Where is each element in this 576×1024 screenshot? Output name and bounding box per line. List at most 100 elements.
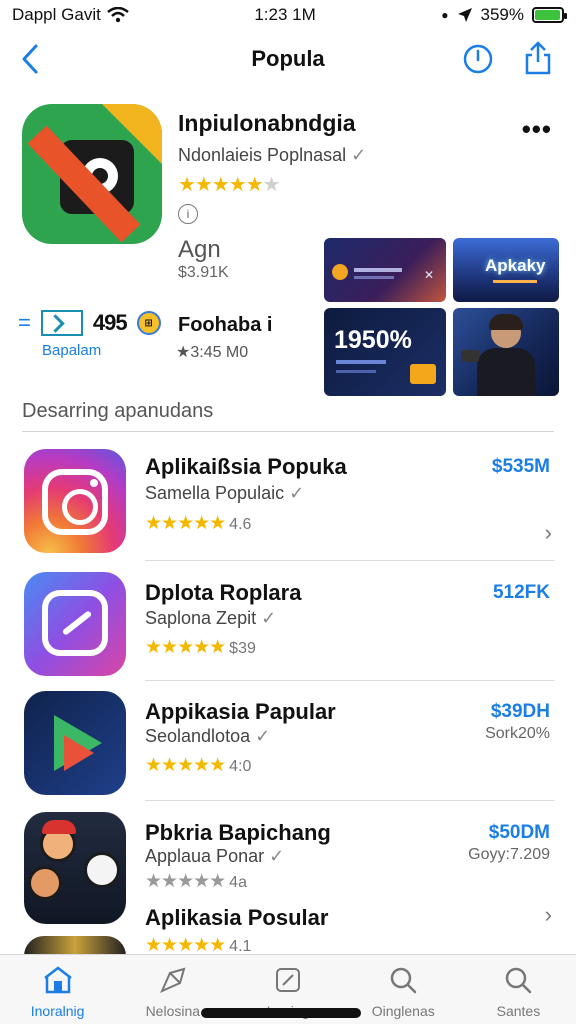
- app-subtitle: Samella Populaic ✓: [145, 483, 304, 504]
- tab-today[interactable]: Inoralnig: [0, 955, 115, 1024]
- back-chevron-icon[interactable]: [16, 42, 46, 76]
- page-title: Popula: [251, 46, 325, 71]
- badge-ring-icon: ⊞: [136, 311, 161, 335]
- stars: ★★★★★: [145, 755, 226, 776]
- app-icon-partial[interactable]: [24, 936, 126, 956]
- row-divider: [145, 800, 555, 801]
- chevron-right-icon[interactable]: ›: [545, 902, 552, 928]
- battery-level: [535, 10, 560, 20]
- app-icon-cartoon[interactable]: [24, 812, 126, 924]
- search-icon: [390, 967, 417, 994]
- featured-app-icon[interactable]: [22, 104, 162, 244]
- app-title[interactable]: Dplota Roplara: [145, 580, 301, 606]
- app-title[interactable]: Aplikasia Posular: [145, 905, 328, 931]
- badge-caption[interactable]: Bapalam: [42, 342, 101, 359]
- check-icon: ✓: [269, 846, 285, 866]
- rating-value: 4:0: [229, 758, 252, 775]
- app-icon-camera[interactable]: [24, 449, 126, 553]
- app-title[interactable]: Appikasia Papular: [145, 699, 336, 725]
- featured-price: $3.91K: [178, 264, 229, 281]
- rating-value: 4.6: [229, 516, 252, 533]
- tab-updates[interactable]: Santes: [461, 955, 576, 1024]
- app-subtitle: Saplona Zepit ✓: [145, 608, 276, 629]
- home-indicator[interactable]: [201, 1008, 361, 1018]
- filled-stars: ★★★★★: [178, 174, 264, 196]
- badge-number: 495: [92, 310, 128, 335]
- battery-percent: 359%: [480, 5, 524, 24]
- battery-icon: [532, 7, 567, 23]
- second-app-title[interactable]: Foohaba i: [178, 314, 272, 337]
- screenshot-line: [493, 280, 537, 283]
- stars: ★★★★★: [145, 871, 226, 892]
- info-icon[interactable]: i: [178, 204, 198, 224]
- screenshot-line: [336, 370, 376, 373]
- cartoon-hat: [42, 820, 76, 834]
- app-subtitle: Applaua Ponar ✓: [145, 846, 284, 867]
- check-icon: ✓: [255, 726, 271, 746]
- tab-search[interactable]: Oinglenas: [346, 955, 461, 1024]
- stars: ★★★★★: [145, 935, 226, 956]
- dot-icon: ●: [441, 8, 449, 22]
- app-subtitle-text: Saplona Zepit: [145, 608, 257, 628]
- row-divider: [145, 560, 555, 561]
- person-hair: [489, 314, 523, 330]
- app-subtitle-text: Samella Populaic: [145, 483, 285, 503]
- stars: ★★★★★: [145, 637, 226, 658]
- check-icon: ✓: [261, 608, 277, 628]
- featured-app-logo: [22, 104, 162, 244]
- app-subtitle-text: Applaua Ponar: [145, 846, 265, 866]
- clock: 1:23 1M: [254, 5, 316, 24]
- app-meta: Sork20%: [485, 725, 550, 742]
- app-icon-arrow[interactable]: [24, 572, 126, 676]
- cartoon-face: [28, 866, 62, 900]
- rating-value: $39: [229, 640, 256, 657]
- row-divider: [145, 680, 555, 681]
- rocket-icon: [159, 967, 186, 993]
- cartoon-face: [84, 852, 120, 888]
- share-icon[interactable]: [524, 40, 552, 76]
- app-price[interactable]: $39DH: [491, 701, 550, 723]
- stars: ★★★★★: [145, 513, 226, 534]
- app-price[interactable]: 512FK: [493, 582, 550, 604]
- tab-label: Oinglenas: [371, 1003, 435, 1019]
- play-triangle-accent: [64, 735, 94, 771]
- screenshot-1[interactable]: ✕: [324, 238, 446, 302]
- get-button[interactable]: Agn: [178, 236, 221, 264]
- app-price[interactable]: $535M: [492, 456, 550, 478]
- wifi-icon: [107, 7, 129, 23]
- clock-info-icon[interactable]: [462, 43, 494, 75]
- app-rating: ★★★★★ 4.6: [145, 512, 251, 535]
- check-icon: ✓: [289, 483, 305, 503]
- featured-app-title[interactable]: Inpiulonabndgia: [178, 110, 356, 137]
- app-subtitle-text: Seolandlotoa: [145, 726, 251, 746]
- screenshot-coin-icon: [332, 264, 348, 280]
- status-bar: Dappl Gavit 1:23 1M ● 359%: [0, 0, 576, 30]
- camera-dot: [90, 479, 98, 487]
- featured-app-subtitle: Ndonlaieis Poplnasal ✓: [178, 145, 366, 166]
- app-rating: ★★★★★ $39: [145, 636, 256, 659]
- check-icon: ✓: [351, 145, 367, 165]
- info-symbol: i: [186, 207, 190, 221]
- empty-star: ★: [262, 174, 281, 196]
- screenshot-3[interactable]: 1950%: [324, 308, 446, 396]
- status-right: ● 359%: [441, 5, 567, 25]
- featured-rating-stars: ★★★★★★: [178, 172, 281, 197]
- screenshot-2-text: Apkaky: [485, 256, 546, 275]
- badge-row: = 495 ⊞: [18, 310, 161, 336]
- app-rating: ★★★★★ 4a: [145, 870, 247, 893]
- home-icon: [43, 966, 72, 994]
- tab-label: Santes: [496, 1003, 541, 1019]
- dash-icon: =: [18, 310, 31, 335]
- screenshot-2[interactable]: Apkaky: [453, 238, 559, 302]
- app-subtitle: Seolandlotoa ✓: [145, 726, 270, 747]
- close-icon: ✕: [423, 268, 434, 282]
- screenshot-button: [410, 364, 436, 384]
- search-icon: [506, 967, 532, 994]
- app-price[interactable]: $50DM: [489, 822, 550, 844]
- app-icon-play[interactable]: [24, 691, 126, 795]
- app-title[interactable]: Aplikaißsia Popuka: [145, 454, 347, 480]
- screenshot-4[interactable]: [453, 308, 559, 396]
- chevron-right-icon[interactable]: ›: [545, 520, 552, 546]
- app-title[interactable]: Pbkria Bapichang: [145, 820, 331, 846]
- more-options-icon[interactable]: •••: [522, 114, 552, 145]
